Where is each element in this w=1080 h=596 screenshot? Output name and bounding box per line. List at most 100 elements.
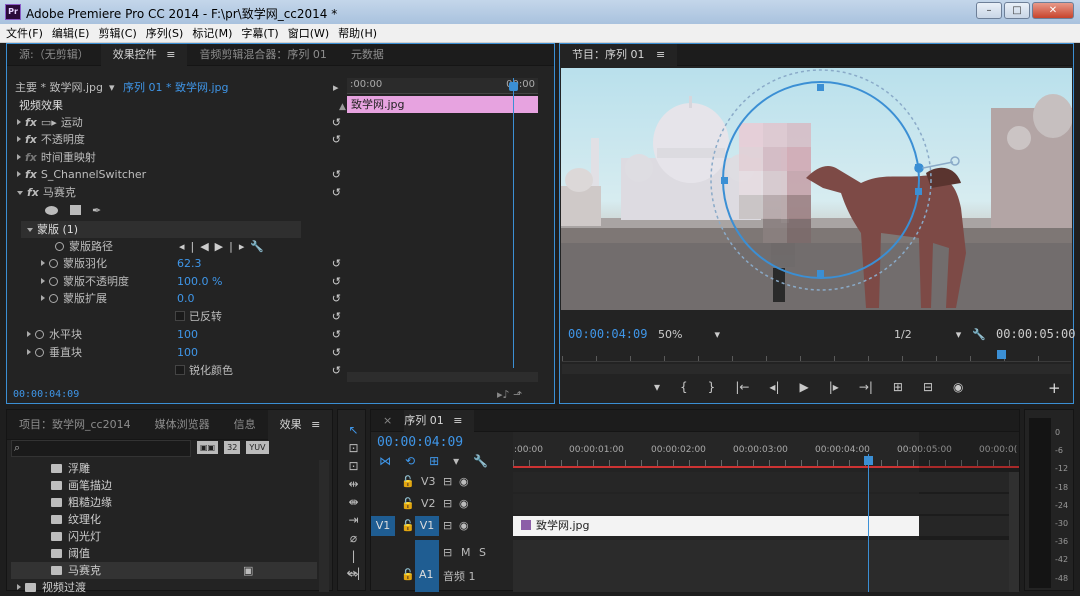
lift-icon[interactable]: ⊞ <box>893 380 903 398</box>
yuv-effects-icon[interactable]: YUV <box>246 441 269 454</box>
snap-icon[interactable]: ⋈ <box>379 454 391 468</box>
panel-menu-icon[interactable]: ≡ <box>453 414 462 427</box>
folder-video-transitions[interactable]: 视频过渡 <box>17 579 86 596</box>
wrench-icon[interactable]: 🔧 <box>250 240 264 253</box>
inverted-checkbox[interactable] <box>175 311 185 321</box>
track-v2-lane[interactable] <box>513 494 1019 514</box>
add-button-icon[interactable]: + <box>1048 380 1061 397</box>
reset-icon[interactable]: ↺ <box>332 184 341 201</box>
timeline-settings-wrench-icon[interactable]: 🔧 <box>473 454 488 468</box>
track-v1-label[interactable]: V1 <box>415 516 439 536</box>
sequence-clip-label[interactable]: 序列 01 * 致学网.jpg <box>123 79 229 96</box>
menu-window[interactable]: 窗口(W) <box>288 25 329 41</box>
vertical-blocks-value[interactable]: 100 <box>177 344 198 361</box>
ec-zoom-scrollbar[interactable] <box>347 372 538 382</box>
lock-icon[interactable]: 🔓 <box>401 568 415 581</box>
tab-effect-controls[interactable]: 效果控件 ≡ <box>100 43 188 66</box>
mask-feather-row[interactable]: 蒙版羽化 62.3 ↺ <box>41 255 347 272</box>
eye-icon[interactable]: ◉ <box>459 519 469 532</box>
menu-edit[interactable]: 编辑(E) <box>52 25 90 41</box>
track-v2-label[interactable]: V2 <box>421 497 436 510</box>
32bit-effects-icon[interactable]: 32 <box>224 441 241 454</box>
horizontal-blocks-row[interactable]: 水平块 100 ↺ <box>27 326 347 343</box>
eye-icon[interactable]: ◉ <box>459 497 469 510</box>
reset-icon[interactable]: ↺ <box>332 290 341 307</box>
reset-icon[interactable]: ↺ <box>332 166 341 183</box>
program-zoom-bar[interactable] <box>562 364 1071 374</box>
program-timecode[interactable]: 00:00:04:09 <box>568 326 647 343</box>
mask-opacity-row[interactable]: 蒙版不透明度 100.0 % ↺ <box>41 273 347 290</box>
menu-sequence[interactable]: 序列(S) <box>146 25 184 41</box>
timeline-playhead[interactable] <box>868 454 869 592</box>
effect-channel-switcher[interactable]: fx S_ChannelSwitcher ↺ <box>17 166 347 183</box>
mark-out-icon[interactable]: } <box>708 380 716 398</box>
add-marker-icon[interactable]: ⊞ <box>429 454 439 468</box>
effect-item-strobe[interactable]: 闪光灯 <box>51 528 101 545</box>
track-a1-label[interactable]: A1 <box>419 568 434 581</box>
menu-clip[interactable]: 剪辑(C) <box>98 25 136 41</box>
menu-title[interactable]: 字幕(T) <box>241 25 278 41</box>
stopwatch-icon[interactable] <box>55 242 64 251</box>
tab-effects[interactable]: 效果 ≡ <box>267 409 333 440</box>
selection-tool-icon[interactable]: ↖ <box>345 422 362 439</box>
inverted-row[interactable]: 已反转 ↺ <box>175 308 347 325</box>
timeline-close-icon[interactable]: × <box>371 410 404 432</box>
track-a1-lane[interactable] <box>513 540 1019 592</box>
sync-lock-icon[interactable]: ⊟ <box>443 497 452 510</box>
minimize-button[interactable]: – <box>976 2 1002 19</box>
menu-marker[interactable]: 标记(M) <box>192 25 232 41</box>
track-a1-target[interactable] <box>415 540 439 592</box>
sync-lock-icon[interactable]: ⊟ <box>443 475 452 488</box>
ripple-edit-tool-icon[interactable]: ⊡ <box>345 458 362 475</box>
effect-motion[interactable]: fx ▭▸ 运动 ↺ <box>17 114 347 131</box>
reset-icon[interactable]: ↺ <box>332 362 341 379</box>
resolution-select[interactable]: 1/2 ▾ <box>894 326 961 343</box>
horizontal-blocks-value[interactable]: 100 <box>177 326 198 343</box>
eye-icon[interactable]: ◉ <box>459 475 469 488</box>
reset-icon[interactable]: ↺ <box>332 326 341 343</box>
accelerated-effects-icon[interactable]: ▣▣ <box>197 441 219 454</box>
tab-project[interactable]: 项目：致学网_cc2014 <box>7 410 143 440</box>
close-button[interactable]: ✕ <box>1032 2 1074 19</box>
rolling-edit-tool-icon[interactable]: ⇹ <box>345 476 362 493</box>
tab-audio-clip-mixer[interactable]: 音频剪辑混合器：序列 01 <box>187 44 339 66</box>
zoom-select[interactable]: 50% ▾ <box>658 326 720 343</box>
panel-menu-icon[interactable]: ≡ <box>656 48 665 61</box>
ec-playhead[interactable] <box>513 78 514 368</box>
ellipse-mask-icon[interactable] <box>45 206 58 215</box>
solo-button[interactable]: S <box>479 546 486 559</box>
menu-help[interactable]: 帮助(H) <box>338 25 377 41</box>
effects-search-input[interactable]: ⌕ <box>11 440 191 457</box>
pen-tool-icon[interactable]: ⇔ <box>345 566 362 583</box>
program-scrubber[interactable] <box>562 346 1071 362</box>
mark-in-icon[interactable]: { <box>680 380 688 398</box>
sharpen-colors-row[interactable]: 锐化颜色 ↺ <box>175 362 347 379</box>
mask-opacity-value[interactable]: 100.0 % <box>177 273 222 290</box>
effect-item-threshold[interactable]: 阈值 <box>51 545 90 562</box>
lock-icon[interactable]: 🔓 <box>401 497 415 510</box>
marker-icon[interactable]: ▾ <box>453 454 459 468</box>
tab-info[interactable]: 信息 <box>222 410 268 440</box>
reset-icon[interactable]: ↺ <box>332 114 341 131</box>
effect-item-emboss[interactable]: 浮雕 <box>51 460 90 477</box>
go-to-out-icon[interactable]: →| <box>859 380 873 398</box>
rate-stretch-tool-icon[interactable]: ⇼ <box>345 494 362 511</box>
extract-icon[interactable]: ⊟ <box>923 380 933 398</box>
slide-tool-icon[interactable]: |↔| <box>345 548 362 580</box>
ec-footer-icons[interactable]: ▸♪ ⬏ <box>497 386 522 403</box>
reset-icon[interactable]: ↺ <box>332 308 341 325</box>
program-playhead-handle[interactable] <box>997 350 1006 359</box>
pen-mask-icon[interactable]: ✒ <box>92 204 101 217</box>
timeline-timecode[interactable]: 00:00:04:09 <box>377 434 463 451</box>
reset-icon[interactable]: ↺ <box>332 344 341 361</box>
collapse-arrow-icon[interactable]: ▸ <box>333 79 339 96</box>
vertical-blocks-row[interactable]: 垂直块 100 ↺ <box>27 344 347 361</box>
master-clip-label[interactable]: 主要 * 致学网.jpg <box>15 79 103 96</box>
slip-tool-icon[interactable]: ⌀ <box>345 530 362 547</box>
reset-icon[interactable]: ↺ <box>332 131 341 148</box>
mask-track-controls[interactable]: ◂|◀▶|▸🔧 <box>179 238 264 255</box>
effect-mosaic[interactable]: fx 马赛克 ↺ <box>17 184 347 201</box>
source-v1-patch[interactable]: V1 <box>371 516 395 536</box>
go-to-in-icon[interactable]: |← <box>735 380 749 398</box>
mute-button[interactable]: M <box>461 546 471 559</box>
